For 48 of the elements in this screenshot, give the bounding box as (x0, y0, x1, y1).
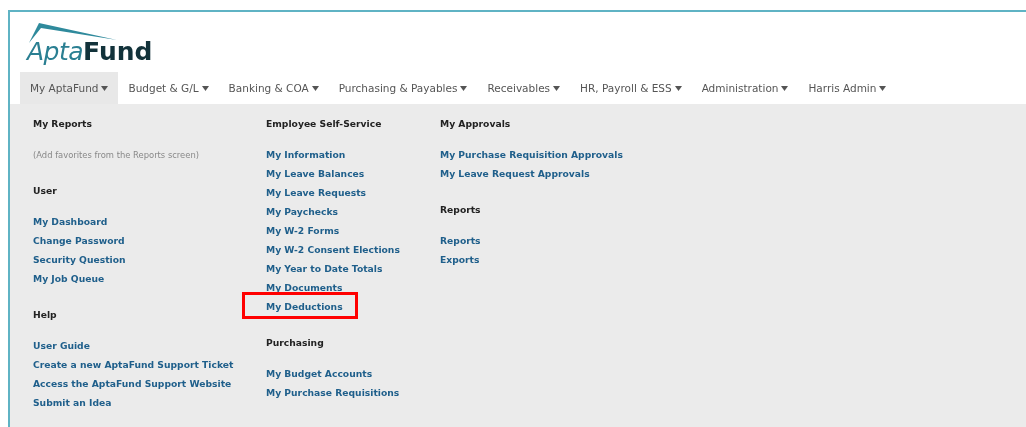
menu-link[interactable]: Create a new AptaFund Support Ticket (33, 358, 234, 371)
section-heading: My Approvals (440, 117, 512, 130)
menu-link[interactable]: My Job Queue (33, 272, 105, 285)
hint-text: (Add favorites from the Reports screen) (33, 149, 199, 162)
menu-link[interactable]: Reports (440, 234, 481, 247)
nav-tab[interactable]: Harris Admin (798, 72, 897, 104)
menu-link[interactable]: My W-2 Forms (266, 224, 340, 237)
menu-link[interactable]: My Leave Balances (266, 167, 365, 180)
nav-tab[interactable]: Purchasing & Payables (328, 72, 478, 104)
nav-tab[interactable]: HR, Payroll & ESS (570, 72, 692, 104)
menu-link[interactable]: My W-2 Consent Elections (266, 243, 400, 256)
logo[interactable]: AptaFund (27, 22, 157, 66)
menu-link[interactable]: My Leave Requests (266, 186, 367, 199)
menu-link[interactable]: My Purchase Requisitions (266, 386, 400, 399)
caret-icon (460, 85, 468, 91)
section-heading: Purchasing (266, 336, 325, 349)
menu-link[interactable]: Submit an Idea (33, 396, 112, 409)
menu-link[interactable]: Access the AptaFund Support Website (33, 377, 232, 390)
menu-link[interactable]: Change Password (33, 234, 125, 247)
menu-link[interactable]: My Year to Date Totals (266, 262, 383, 275)
menu-link[interactable]: User Guide (33, 339, 90, 352)
nav-tab[interactable]: Banking & COA (218, 72, 329, 104)
menu-link[interactable]: Security Question (33, 253, 126, 266)
caret-icon (674, 85, 682, 91)
menu-link[interactable]: My Paychecks (266, 205, 338, 218)
caret-icon (879, 85, 887, 91)
caret-icon (201, 85, 209, 91)
section-heading: Help (33, 308, 58, 321)
section-heading: Reports (440, 203, 482, 216)
menu-link[interactable]: My Dashboard (33, 215, 108, 228)
menu-link[interactable]: Exports (440, 253, 480, 266)
menu-link[interactable]: My Purchase Requisition Approvals (440, 148, 623, 161)
caret-icon (781, 85, 789, 91)
nav-tab[interactable]: Receivables (477, 72, 571, 104)
caret-icon (311, 85, 319, 91)
nav-tab[interactable]: My AptaFund (20, 72, 119, 104)
section-heading: My Reports (33, 117, 93, 130)
caret-icon (101, 85, 109, 91)
menu-link[interactable]: My Deductions (266, 300, 343, 313)
nav-tab[interactable]: Budget & G/L (118, 72, 219, 104)
menu-link[interactable]: My Budget Accounts (266, 367, 373, 380)
section-heading: User (33, 184, 58, 197)
menu-link[interactable]: My Documents (266, 281, 343, 294)
nav-tab[interactable]: Administration (691, 72, 799, 104)
menu-link[interactable]: My Leave Request Approvals (440, 167, 590, 180)
caret-icon (553, 85, 561, 91)
menu-link[interactable]: My Information (266, 148, 346, 161)
section-heading: Employee Self-Service (266, 117, 383, 130)
